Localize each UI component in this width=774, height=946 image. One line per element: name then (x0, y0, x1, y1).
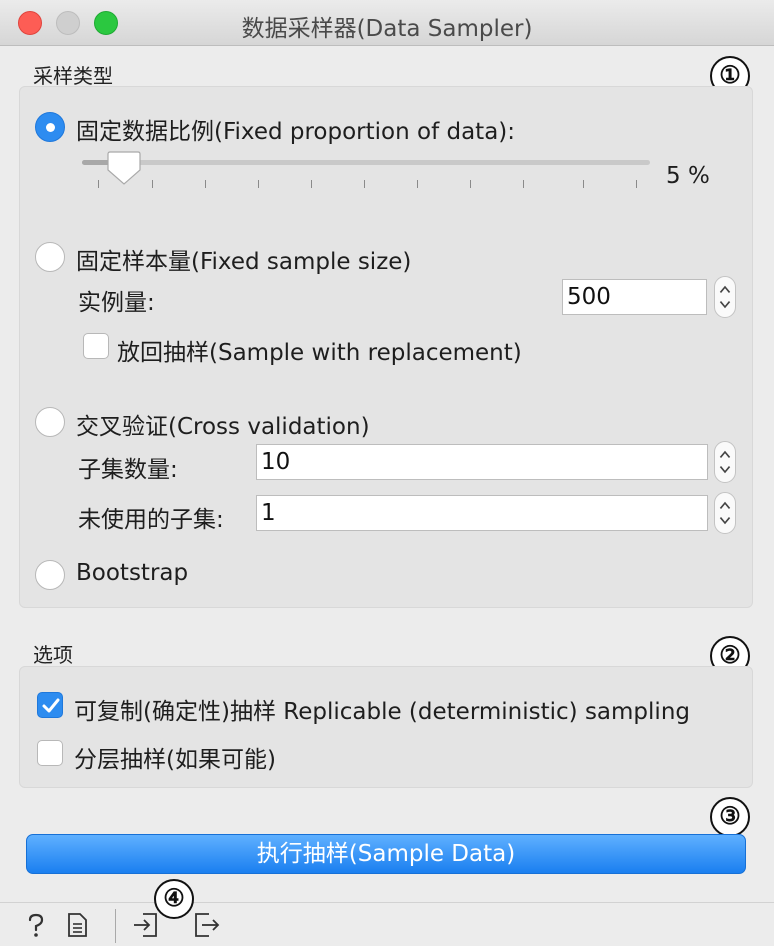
bootstrap-radio[interactable] (35, 560, 65, 590)
instances-input[interactable]: 500 (562, 279, 707, 315)
slider-tick (364, 180, 365, 188)
options-heading: 选项 (33, 643, 73, 667)
title-bar: 数据采样器(Data Sampler) (0, 0, 774, 46)
replacement-checkbox[interactable] (83, 333, 109, 359)
slider-tick (98, 180, 99, 188)
folds-stepper[interactable] (714, 441, 736, 483)
proportion-value: 5 % (666, 163, 710, 189)
instances-label: 实例量: (78, 290, 155, 316)
sampling-type-heading: 采样类型 (33, 64, 113, 88)
bootstrap-label: Bootstrap (76, 560, 189, 586)
unused-subset-stepper[interactable] (714, 492, 736, 534)
slider-tick (205, 180, 206, 188)
slider-tick (258, 180, 259, 188)
slider-tick (470, 180, 471, 188)
folds-input[interactable]: 10 (256, 444, 708, 480)
checkmark-icon (42, 698, 60, 713)
input-icon[interactable] (132, 911, 160, 939)
fixed-proportion-label: 固定数据比例(Fixed proportion of data): (76, 119, 516, 145)
stratify-checkbox[interactable] (37, 740, 63, 766)
folds-label: 子集数量: (78, 457, 178, 483)
slider-tick (417, 180, 418, 188)
cross-validation-radio[interactable] (35, 407, 65, 437)
fixed-sample-size-radio[interactable] (35, 242, 65, 272)
status-bar-divider (115, 909, 116, 943)
fixed-sample-size-label: 固定样本量(Fixed sample size) (76, 249, 412, 275)
fixed-proportion-radio[interactable] (35, 112, 65, 142)
output-icon[interactable] (193, 911, 221, 939)
slider-tick (152, 180, 153, 188)
slider-tick (636, 180, 637, 188)
instances-stepper[interactable] (714, 276, 736, 318)
callout-4: ④ (154, 879, 194, 919)
callout-3: ③ (710, 797, 750, 837)
proportion-slider-thumb[interactable] (107, 150, 141, 186)
slider-tick (583, 180, 584, 188)
sample-data-button[interactable]: 执行抽样(Sample Data) (26, 834, 746, 874)
replacement-label: 放回抽样(Sample with replacement) (117, 340, 522, 366)
replicable-checkbox[interactable] (37, 692, 63, 718)
status-bar (0, 902, 774, 946)
slider-tick (311, 180, 312, 188)
unused-subset-label: 未使用的子集: (78, 507, 224, 533)
help-icon[interactable] (22, 911, 50, 939)
stratify-label: 分层抽样(如果可能) (74, 747, 276, 773)
replicable-label: 可复制(确定性)抽样 Replicable (deterministic) sa… (74, 699, 690, 725)
unused-subset-input[interactable]: 1 (256, 495, 708, 531)
slider-tick (523, 180, 524, 188)
window-title: 数据采样器(Data Sampler) (241, 16, 533, 42)
report-icon[interactable] (63, 911, 91, 939)
proportion-slider-track[interactable] (82, 160, 650, 165)
cross-validation-label: 交叉验证(Cross validation) (76, 414, 370, 440)
